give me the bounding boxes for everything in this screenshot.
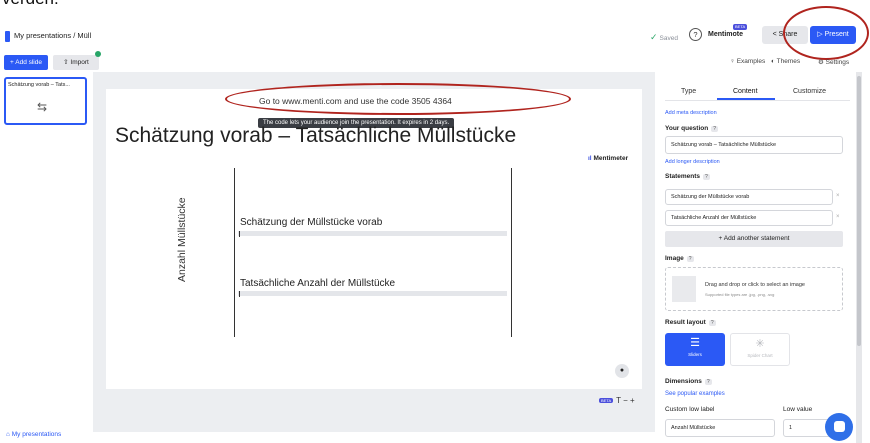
custom-low-label: Custom low label — [665, 406, 715, 413]
check-icon: ✓ — [650, 32, 658, 42]
remove-icon[interactable]: × — [836, 214, 840, 220]
import-button[interactable]: ⇧ Import — [53, 55, 99, 70]
notification-dot — [95, 51, 101, 57]
examples-link[interactable]: ♀ Examples — [730, 58, 765, 65]
slide-thumbnail-title: Schätzung vorab – Tats... — [8, 82, 70, 88]
active-tab-indicator — [717, 98, 775, 100]
axis-label: Anzahl Müllstücke — [176, 197, 188, 282]
low-value-label: Low value — [783, 406, 813, 413]
slider-track — [238, 291, 507, 296]
gear-icon: ⚙ — [818, 59, 824, 66]
statement-label: Tatsächliche Anzahl der Müllstücke — [240, 278, 396, 289]
slider-track — [238, 231, 507, 236]
image-label: Image? — [665, 255, 694, 262]
info-icon[interactable]: ? — [703, 174, 710, 180]
slider-marker — [239, 231, 240, 237]
annotation-circle-code — [225, 83, 571, 115]
tab-divider — [665, 100, 850, 101]
slide-title: Schätzung vorab – Tatsächliche Müllstück… — [115, 124, 517, 147]
add-longer-description-link[interactable]: Add longer description — [665, 159, 720, 165]
remove-icon[interactable]: × — [836, 193, 840, 199]
axis-right-line — [511, 168, 512, 337]
scrollbar-thumb[interactable] — [857, 76, 861, 346]
layout-sliders[interactable]: ☰ Sliders — [665, 333, 725, 366]
add-slide-button[interactable]: + Add slide — [4, 55, 48, 70]
axis-left-line — [234, 168, 235, 337]
help-icon[interactable]: ? — [689, 28, 702, 41]
add-meta-description-link[interactable]: Add meta description — [665, 110, 717, 116]
user-icon[interactable]: ● — [615, 364, 629, 378]
image-supported-types: Supported file types are .jpg, .png, .sv… — [705, 292, 775, 297]
bulb-icon: ♀ — [730, 58, 735, 65]
slider-marker — [239, 291, 240, 297]
info-icon[interactable]: ? — [708, 320, 716, 326]
sliders-icon: ☰ — [690, 337, 700, 349]
question-input[interactable]: Schätzung vorab – Tatsächliche Müllstück… — [665, 136, 843, 154]
slider-icon: ⇆ — [37, 100, 48, 114]
statement-input[interactable]: Schätzung der Müllstücke vorab — [665, 189, 833, 205]
my-presentations-link[interactable]: ⌂ My presentations — [6, 431, 61, 438]
statements-label: Statements? — [665, 173, 710, 180]
image-drop-text: Drag and drop or click to select an imag… — [705, 282, 805, 288]
text-size-controls[interactable]: BETA T − + — [599, 396, 635, 405]
image-placeholder — [672, 276, 696, 302]
info-icon[interactable]: ? — [686, 256, 694, 262]
share-icon: < — [772, 31, 777, 38]
result-layout-label: Result layout? — [665, 319, 716, 326]
home-icon: ⌂ — [6, 431, 10, 438]
mentimote-button[interactable]: Mentimote — [708, 31, 743, 38]
saved-status: ✓ Saved — [650, 32, 678, 42]
bars-icon: ıl — [588, 155, 592, 162]
custom-low-input[interactable]: Anzahl Müllstücke — [665, 419, 775, 437]
brand-logo[interactable] — [5, 31, 10, 42]
annotation-circle-present — [783, 6, 869, 60]
layout-spider-chart[interactable]: ✳ Spider Chart — [730, 333, 790, 366]
cropped-text: verden. — [0, 0, 100, 8]
upload-icon: ⇧ — [63, 59, 69, 66]
palette-icon: ◐ — [771, 58, 775, 65]
info-icon[interactable]: ? — [711, 126, 718, 132]
themes-link[interactable]: ◐ Themes — [771, 58, 800, 65]
tab-content[interactable]: Content — [733, 88, 758, 95]
settings-link[interactable]: ⚙ Settings — [818, 58, 849, 66]
question-label: Your question? — [665, 125, 718, 132]
beta-badge: BETA — [733, 24, 748, 30]
tab-customize[interactable]: Customize — [793, 88, 826, 95]
statement-label: Schätzung der Müllstücke vorab — [240, 217, 383, 228]
mentimeter-logo: ıl Mentimeter — [588, 155, 629, 162]
see-popular-examples-link[interactable]: See popular examples — [665, 391, 725, 397]
info-icon[interactable]: ? — [704, 379, 712, 385]
statement-input[interactable]: Tatsächliche Anzahl der Müllstücke — [665, 210, 833, 226]
tab-type[interactable]: Type — [681, 88, 696, 95]
breadcrumb[interactable]: My presentations / Müll — [14, 31, 91, 40]
spider-chart-icon: ✳ — [755, 338, 765, 350]
dimensions-label: Dimensions? — [665, 378, 712, 385]
add-statement-button[interactable]: + Add another statement — [665, 231, 843, 247]
chat-icon — [834, 421, 845, 432]
